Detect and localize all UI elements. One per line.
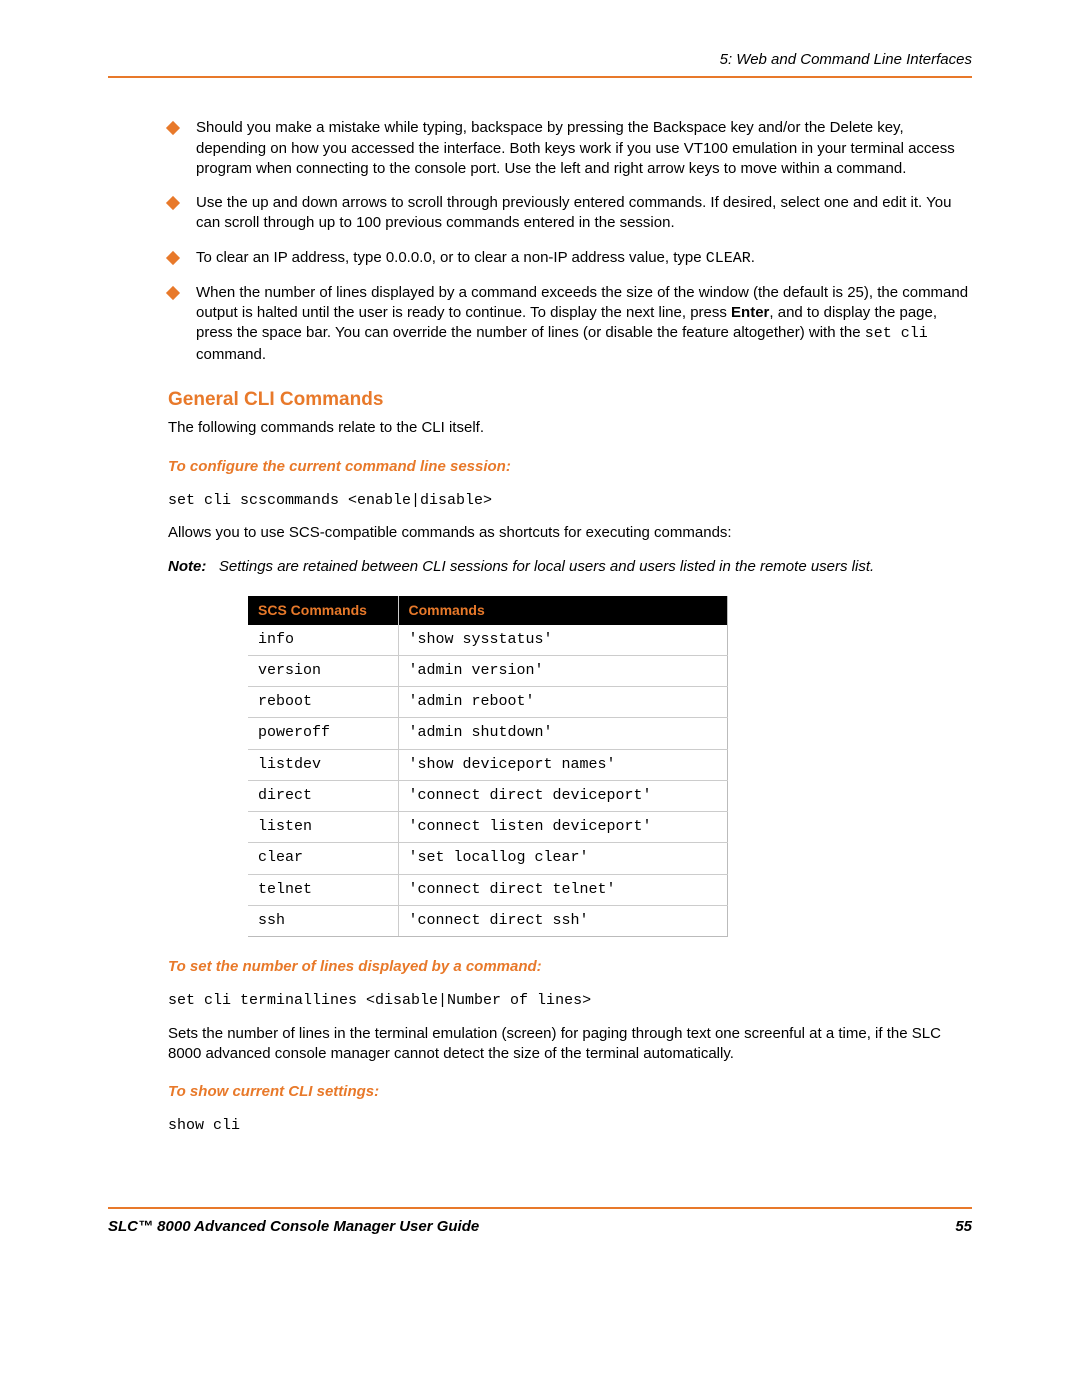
table-cell-scs: ssh [248,905,398,936]
list-item: Use the up and down arrows to scroll thr… [168,193,972,234]
table-cell-scs: direct [248,780,398,811]
page-number: 55 [955,1217,972,1237]
text: . [751,249,755,266]
text: Use the up and down arrows to scroll thr… [196,194,951,231]
table-cell-command: 'connect listen deviceport' [398,812,728,843]
table-cell-scs: info [248,625,398,656]
subheading-configure-session: To configure the current command line se… [168,457,972,477]
text: Should you make a mistake while typing, … [196,119,955,177]
header-divider [108,76,972,78]
table-cell-command: 'admin version' [398,655,728,686]
table-row: version'admin version' [248,655,728,686]
table-row: ssh'connect direct ssh' [248,905,728,936]
subheading-set-lines: To set the number of lines displayed by … [168,957,972,977]
footer-divider [108,1207,972,1209]
list-item: Should you make a mistake while typing, … [168,118,972,179]
table-cell-command: 'connect direct deviceport' [398,780,728,811]
table-cell-command: 'connect direct telnet' [398,874,728,905]
footer-title: SLC™ 8000 Advanced Console Manager User … [108,1217,479,1237]
table-cell-scs: poweroff [248,718,398,749]
list-item-text: Should you make a mistake while typing, … [196,118,972,179]
list-item: When the number of lines displayed by a … [168,283,972,365]
list-item-text: When the number of lines displayed by a … [196,283,972,365]
table-cell-scs: telnet [248,874,398,905]
table-row: listdev'show deviceport names' [248,749,728,780]
table-cell-command: 'show deviceport names' [398,749,728,780]
note: Note: Settings are retained between CLI … [168,557,972,577]
section-heading-general-cli: General CLI Commands [168,387,972,413]
table-header-scs: SCS Commands [248,596,398,625]
inline-code: set cli [865,325,928,342]
text: command. [196,346,266,363]
list-item-text: To clear an IP address, type 0.0.0.0, or… [196,248,972,269]
table-cell-scs: reboot [248,687,398,718]
note-text: Settings are retained between CLI sessio… [219,558,874,575]
table-cell-scs: listdev [248,749,398,780]
paragraph: Sets the number of lines in the terminal… [168,1024,972,1065]
table-cell-command: 'set locallog clear' [398,843,728,874]
page-footer: SLC™ 8000 Advanced Console Manager User … [108,1207,972,1237]
table-row: listen'connect listen deviceport' [248,812,728,843]
table-row: info'show sysstatus' [248,625,728,656]
section-intro: The following commands relate to the CLI… [168,418,972,438]
text: To clear an IP address, type 0.0.0.0, or… [196,249,706,266]
tips-list: Should you make a mistake while typing, … [168,118,972,365]
table-row: direct'connect direct deviceport' [248,780,728,811]
code-block: set cli terminallines <disable|Number of… [168,991,972,1011]
table-cell-command: 'show sysstatus' [398,625,728,656]
list-item: To clear an IP address, type 0.0.0.0, or… [168,248,972,269]
table-row: reboot'admin reboot' [248,687,728,718]
bold-text: Enter [731,304,769,321]
inline-code: CLEAR [706,250,751,267]
subheading-show-cli: To show current CLI settings: [168,1082,972,1102]
chapter-title: 5: Web and Command Line Interfaces [108,50,972,70]
table-row: poweroff'admin shutdown' [248,718,728,749]
diamond-bullet-icon [166,196,180,210]
diamond-bullet-icon [166,286,180,300]
table-cell-command: 'admin shutdown' [398,718,728,749]
diamond-bullet-icon [166,121,180,135]
code-block: show cli [168,1116,972,1136]
note-label: Note: [168,558,206,575]
scs-commands-table: SCS Commands Commands info'show sysstatu… [248,596,728,937]
table-cell-command: 'connect direct ssh' [398,905,728,936]
list-item-text: Use the up and down arrows to scroll thr… [196,193,972,234]
table-cell-scs: version [248,655,398,686]
diamond-bullet-icon [166,250,180,264]
table-cell-command: 'admin reboot' [398,687,728,718]
paragraph: Allows you to use SCS-compatible command… [168,523,972,543]
table-header-commands: Commands [398,596,728,625]
table-cell-scs: clear [248,843,398,874]
table-cell-scs: listen [248,812,398,843]
code-block: set cli scscommands <enable|disable> [168,491,972,511]
table-row: clear'set locallog clear' [248,843,728,874]
table-row: telnet'connect direct telnet' [248,874,728,905]
